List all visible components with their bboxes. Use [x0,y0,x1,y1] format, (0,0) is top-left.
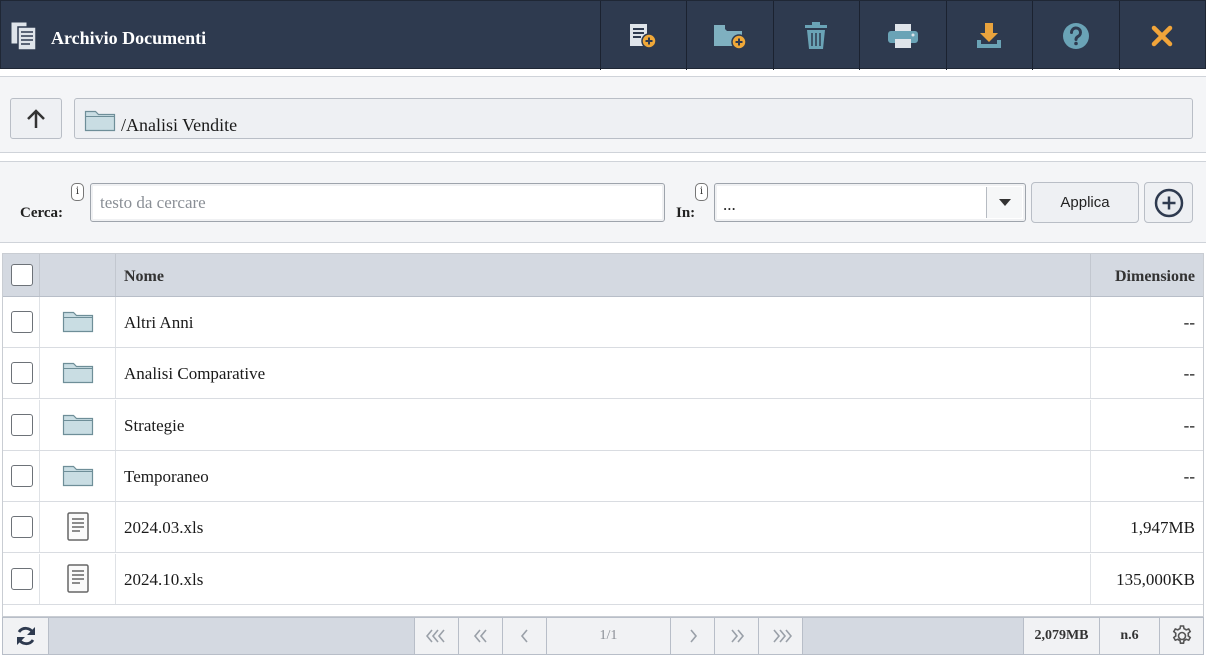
new-file-button[interactable] [599,1,687,70]
item-name[interactable]: Temporaneo [124,467,209,487]
previous-page-icon [520,629,528,643]
file-icon [67,563,89,593]
help-icon [1062,22,1089,49]
search-in-select[interactable]: ... [714,183,1026,222]
item-size: 1,947MB [1130,518,1195,538]
next-page-button[interactable] [670,618,714,654]
folder-icon [62,414,94,435]
previous-block-button[interactable] [458,618,502,654]
refresh-icon [16,626,35,646]
folder-icon [84,110,116,132]
add-filter-button[interactable] [1144,182,1193,223]
previous-page-button[interactable] [502,618,546,654]
next-page-icon [689,629,697,643]
select-all-checkbox[interactable] [11,264,33,286]
search-info-badge[interactable]: i [71,183,84,201]
file-icon [67,512,89,541]
new-folder-button[interactable] [686,1,773,70]
row-checkbox[interactable] [11,311,33,333]
search-in-info-badge[interactable]: i [695,183,708,201]
print-button[interactable] [859,1,946,70]
search-in-label: In: [676,205,696,221]
item-name[interactable]: Altri Anni [124,313,193,333]
item-size: -- [1183,364,1195,384]
row-checkbox[interactable] [11,516,33,539]
search-label: Cerca: [20,205,64,221]
item-size: -- [1183,415,1195,435]
folder-icon [62,465,94,486]
current-path-field[interactable]: /Analisi Vendite [74,98,1193,139]
row-checkbox[interactable] [11,464,33,487]
last-page-icon [772,629,792,643]
next-block-button[interactable] [714,618,758,654]
page-indicator[interactable]: 1/1 [546,618,670,654]
settings-button[interactable] [1159,618,1203,654]
table-row[interactable]: 2024.10.xls 135,000KB [3,553,1203,605]
item-size: -- [1183,313,1195,332]
table-row[interactable]: Analisi Comparative -- [3,348,1203,400]
folder-icon [62,363,94,384]
gear-icon [1172,625,1191,644]
item-count: n.6 [1099,618,1159,654]
table-row[interactable]: Altri Anni -- [3,297,1203,348]
file-table: Nome Dimensione Altri Anni -- Analisi Comp… [2,253,1204,617]
table-header: Nome Dimensione [3,254,1203,297]
item-name[interactable]: 2024.03.xls [124,518,203,538]
last-page-button[interactable] [758,618,802,654]
trash-icon [805,21,828,49]
app-title: Archivio Documenti [51,28,207,48]
arrow-up-icon [27,108,45,128]
item-name[interactable]: Strategie [124,416,184,436]
help-button[interactable] [1032,1,1119,70]
delete-button[interactable] [772,1,860,70]
dropdown-toggle[interactable] [986,187,1022,218]
icon-column-header [40,254,116,296]
folder-icon [62,311,94,333]
search-in-value: ... [723,195,736,214]
go-up-button[interactable] [10,98,62,139]
search-input[interactable] [90,183,665,222]
name-column-header[interactable]: Nome [116,254,1091,296]
previous-block-icon [473,629,487,643]
refresh-button[interactable] [3,618,48,654]
search-bar: Cerca: i In: i ... Applica [0,161,1206,243]
plus-circle-icon [1154,188,1183,217]
item-name[interactable]: Analisi Comparative [124,364,265,384]
next-block-icon [730,629,744,643]
first-page-icon [425,629,445,643]
table-row[interactable]: Temporaneo -- [3,450,1203,502]
size-column-header[interactable]: Dimensione [1091,254,1203,296]
document-copy-icon [10,21,37,51]
new-folder-icon [713,24,747,50]
apply-button[interactable]: Applica [1031,182,1139,223]
title-bar: Archivio Documenti [0,0,1206,70]
path-bar: /Analisi Vendite [0,76,1206,153]
row-checkbox[interactable] [11,362,33,385]
new-file-icon [630,23,657,49]
table-row[interactable]: Strategie -- [3,399,1203,451]
item-size: -- [1183,466,1195,486]
table-row[interactable]: 2024.03.xls 1,947MB [3,502,1203,554]
item-size: 135,000KB [1116,569,1195,589]
caret-down-icon [998,199,1011,206]
item-name[interactable]: 2024.10.xls [124,570,203,590]
printer-icon [887,23,918,48]
current-path: /Analisi Vendite [121,115,238,135]
row-checkbox[interactable] [11,413,33,436]
toolbar [599,1,1206,70]
close-icon [1152,25,1173,46]
download-button[interactable] [945,1,1033,70]
total-size: 2,079MB [1023,618,1099,654]
download-icon [977,22,1002,48]
first-page-button[interactable] [414,618,458,654]
close-button[interactable] [1118,1,1206,70]
status-bar: 1/1 2,079MB n.6 [2,617,1204,655]
row-checkbox[interactable] [11,567,33,590]
